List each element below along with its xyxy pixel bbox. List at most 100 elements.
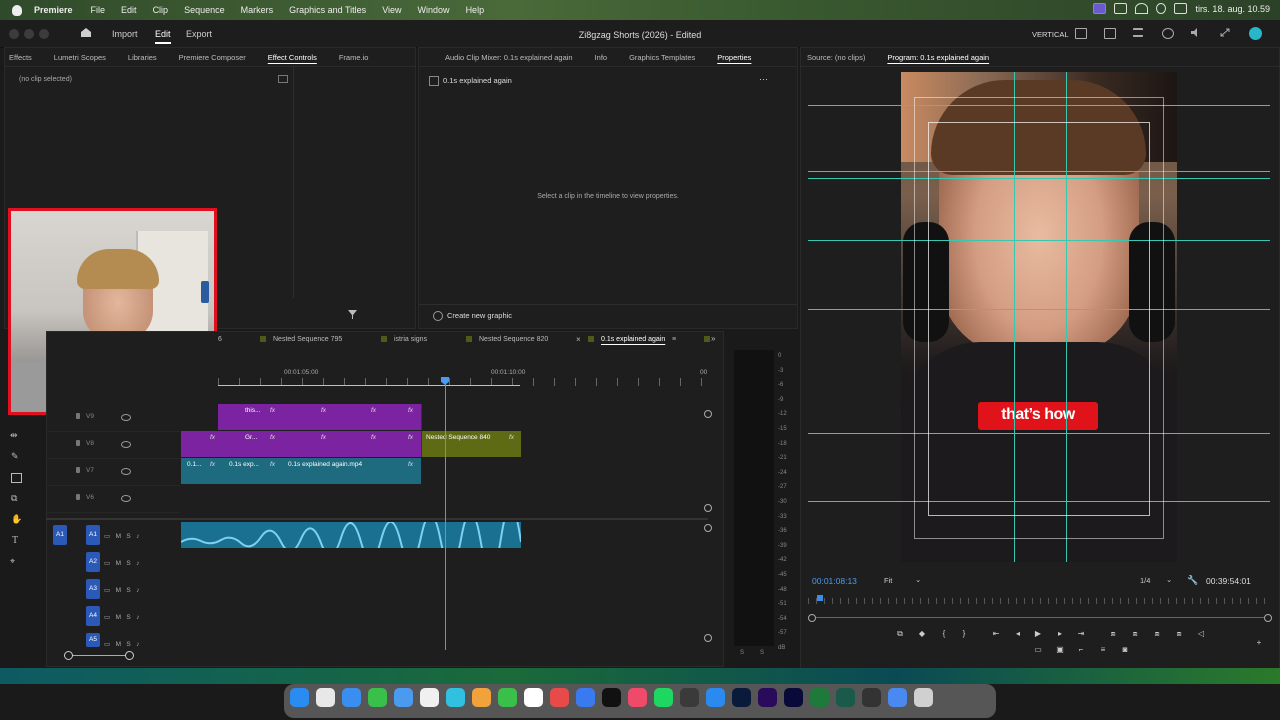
ripple-edit-icon[interactable]: ⇹ <box>10 430 18 441</box>
camera-icon[interactable]: ◙ <box>1121 646 1129 654</box>
tab-source[interactable]: Source: (no clips) <box>807 53 865 62</box>
speaker-icon[interactable] <box>1191 28 1201 37</box>
dock-app-icon[interactable] <box>706 688 725 707</box>
toggle-proxy-icon[interactable]: ▭ <box>1034 646 1042 654</box>
work-area-bar[interactable] <box>218 385 520 386</box>
timeline-tab-nested-820[interactable]: Nested Sequence 820 <box>479 336 548 343</box>
dock-app-icon[interactable] <box>420 688 439 707</box>
mute-button[interactable]: M <box>116 560 121 567</box>
mute-button[interactable]: M <box>116 641 121 648</box>
screen-record-icon[interactable] <box>1093 3 1107 14</box>
tab-premiere-composer[interactable]: Premiere Composer <box>179 53 246 62</box>
vscroll-handle-bottom[interactable] <box>704 504 712 512</box>
tab-effect-controls[interactable]: Effect Controls <box>268 53 317 62</box>
mic-icon[interactable]: ♪ <box>136 641 139 648</box>
caption-tool-icon[interactable]: ⌖ <box>10 556 15 567</box>
workspace-menu-icon[interactable] <box>1075 28 1087 39</box>
mic-icon[interactable]: ♪ <box>136 533 139 540</box>
overwrite-icon[interactable]: ⧈ <box>1131 630 1139 638</box>
workspace-label[interactable]: VERTICAL <box>1032 30 1069 39</box>
snap-guides-icon[interactable]: ≡ <box>1099 646 1107 654</box>
dock-app-icon[interactable] <box>446 688 465 707</box>
track-header-v6[interactable]: V6 <box>46 485 180 513</box>
track-header-v9[interactable]: V9 <box>46 404 180 432</box>
tab-audio-clip-mixer[interactable]: Audio Clip Mixer: 0.1s explained again <box>445 53 573 62</box>
voice-icon[interactable]: ▭ <box>104 614 110 621</box>
eye-icon[interactable] <box>121 468 131 475</box>
zoom-handle-right[interactable] <box>125 651 134 660</box>
overflow-chevron-icon[interactable]: » <box>711 334 715 343</box>
create-new-graphic-button[interactable]: Create new graphic <box>447 311 512 320</box>
vscroll-handle-top[interactable] <box>704 524 712 532</box>
menubar-datetime[interactable]: tirs. 18. aug. 10.59 <box>1195 4 1270 14</box>
type-tool-icon[interactable]: T <box>12 535 18 546</box>
meter-solo-left[interactable]: S <box>740 650 744 656</box>
eye-icon[interactable] <box>121 441 131 448</box>
playhead-timecode[interactable]: 00:01:08:13 <box>812 576 857 586</box>
mute-button[interactable]: M <box>116 533 121 540</box>
track-target-a2[interactable]: A2 <box>86 552 100 572</box>
audio-icon[interactable]: ◁ <box>1197 630 1205 638</box>
menu-sequence[interactable]: Sequence <box>184 5 225 15</box>
search-icon[interactable] <box>1156 3 1167 14</box>
tab-effects[interactable]: Effects <box>9 53 32 62</box>
menu-file[interactable]: File <box>91 5 106 15</box>
resolution-dropdown[interactable]: 1/4 ⌄ <box>1136 574 1176 586</box>
panel-toggle-icon[interactable] <box>278 75 288 83</box>
lock-icon[interactable] <box>76 494 80 500</box>
source-patch-a1[interactable]: A1 <box>53 525 67 545</box>
tab-info[interactable]: Info <box>595 53 608 62</box>
vscroll-handle-top[interactable] <box>704 410 712 418</box>
tab-lumetri-scopes[interactable]: Lumetri Scopes <box>54 53 106 62</box>
monitor-playhead[interactable] <box>817 595 823 601</box>
menu-markers[interactable]: Markers <box>241 5 274 15</box>
timeline-tab-active[interactable]: 0.1s explained again <box>601 336 665 343</box>
meter-solo-right[interactable]: S <box>760 650 764 656</box>
go-to-in-icon[interactable]: ⇤ <box>992 630 1000 638</box>
menu-window[interactable]: Window <box>418 5 450 15</box>
insert-icon[interactable]: ⧈ <box>1109 630 1117 638</box>
eye-icon[interactable] <box>121 414 131 421</box>
extract-icon[interactable]: ⧈ <box>1153 630 1161 638</box>
dock-app-icon[interactable] <box>524 688 543 707</box>
menu-edit[interactable]: Edit <box>121 5 137 15</box>
hand-icon[interactable]: ✋ <box>11 514 22 525</box>
solo-button[interactable]: S <box>126 533 130 540</box>
clip-nested-sequence-840[interactable]: Nested Sequence 840 fx <box>422 431 521 457</box>
solo-button[interactable]: S <box>126 587 130 594</box>
scroll-handle-left[interactable] <box>808 614 816 622</box>
menu-clip[interactable]: Clip <box>153 5 169 15</box>
close-tab-icon[interactable]: × <box>576 335 581 344</box>
cloud-sync-icon[interactable] <box>1249 27 1262 40</box>
dock-app-icon[interactable] <box>394 688 413 707</box>
solo-button[interactable]: S <box>126 641 130 648</box>
dock-app-icon[interactable] <box>316 688 335 707</box>
rectangle-icon[interactable] <box>11 473 22 483</box>
solo-button[interactable]: S <box>126 560 130 567</box>
track-header-v8[interactable]: V8 <box>46 431 180 459</box>
mic-icon[interactable]: ♪ <box>136 614 139 621</box>
marker-icon[interactable]: ◆ <box>918 630 926 638</box>
share-icon[interactable] <box>1104 28 1116 39</box>
tab-properties[interactable]: Properties <box>717 53 751 62</box>
dock-app-icon[interactable] <box>680 688 699 707</box>
safe-margins-icon[interactable]: ▣ <box>1056 646 1064 654</box>
magnifier-icon[interactable] <box>1162 28 1174 39</box>
timeline-zoom-scrollbar[interactable] <box>68 655 130 656</box>
mic-icon[interactable]: ♪ <box>136 587 139 594</box>
control-center-icon[interactable] <box>1174 3 1188 14</box>
monitor-time-ruler[interactable] <box>808 598 1270 604</box>
timeline-tab-istria-signs[interactable]: istria signs <box>394 336 427 343</box>
mute-button[interactable]: M <box>116 587 121 594</box>
fit-dropdown[interactable]: Fit ⌄ <box>880 574 926 586</box>
dock-app-icon[interactable] <box>602 688 621 707</box>
apple-icon[interactable] <box>12 4 22 16</box>
fullscreen-icon[interactable] <box>1220 28 1230 37</box>
dock-app-icon[interactable] <box>472 688 491 707</box>
battery-icon[interactable] <box>1114 3 1128 14</box>
tab-graphics-templates[interactable]: Graphics Templates <box>629 53 695 62</box>
dock-app-icon[interactable] <box>654 688 673 707</box>
dock-app-icon[interactable] <box>914 688 933 707</box>
menu-view[interactable]: View <box>382 5 401 15</box>
guides-icon[interactable]: ⌐ <box>1077 646 1085 654</box>
